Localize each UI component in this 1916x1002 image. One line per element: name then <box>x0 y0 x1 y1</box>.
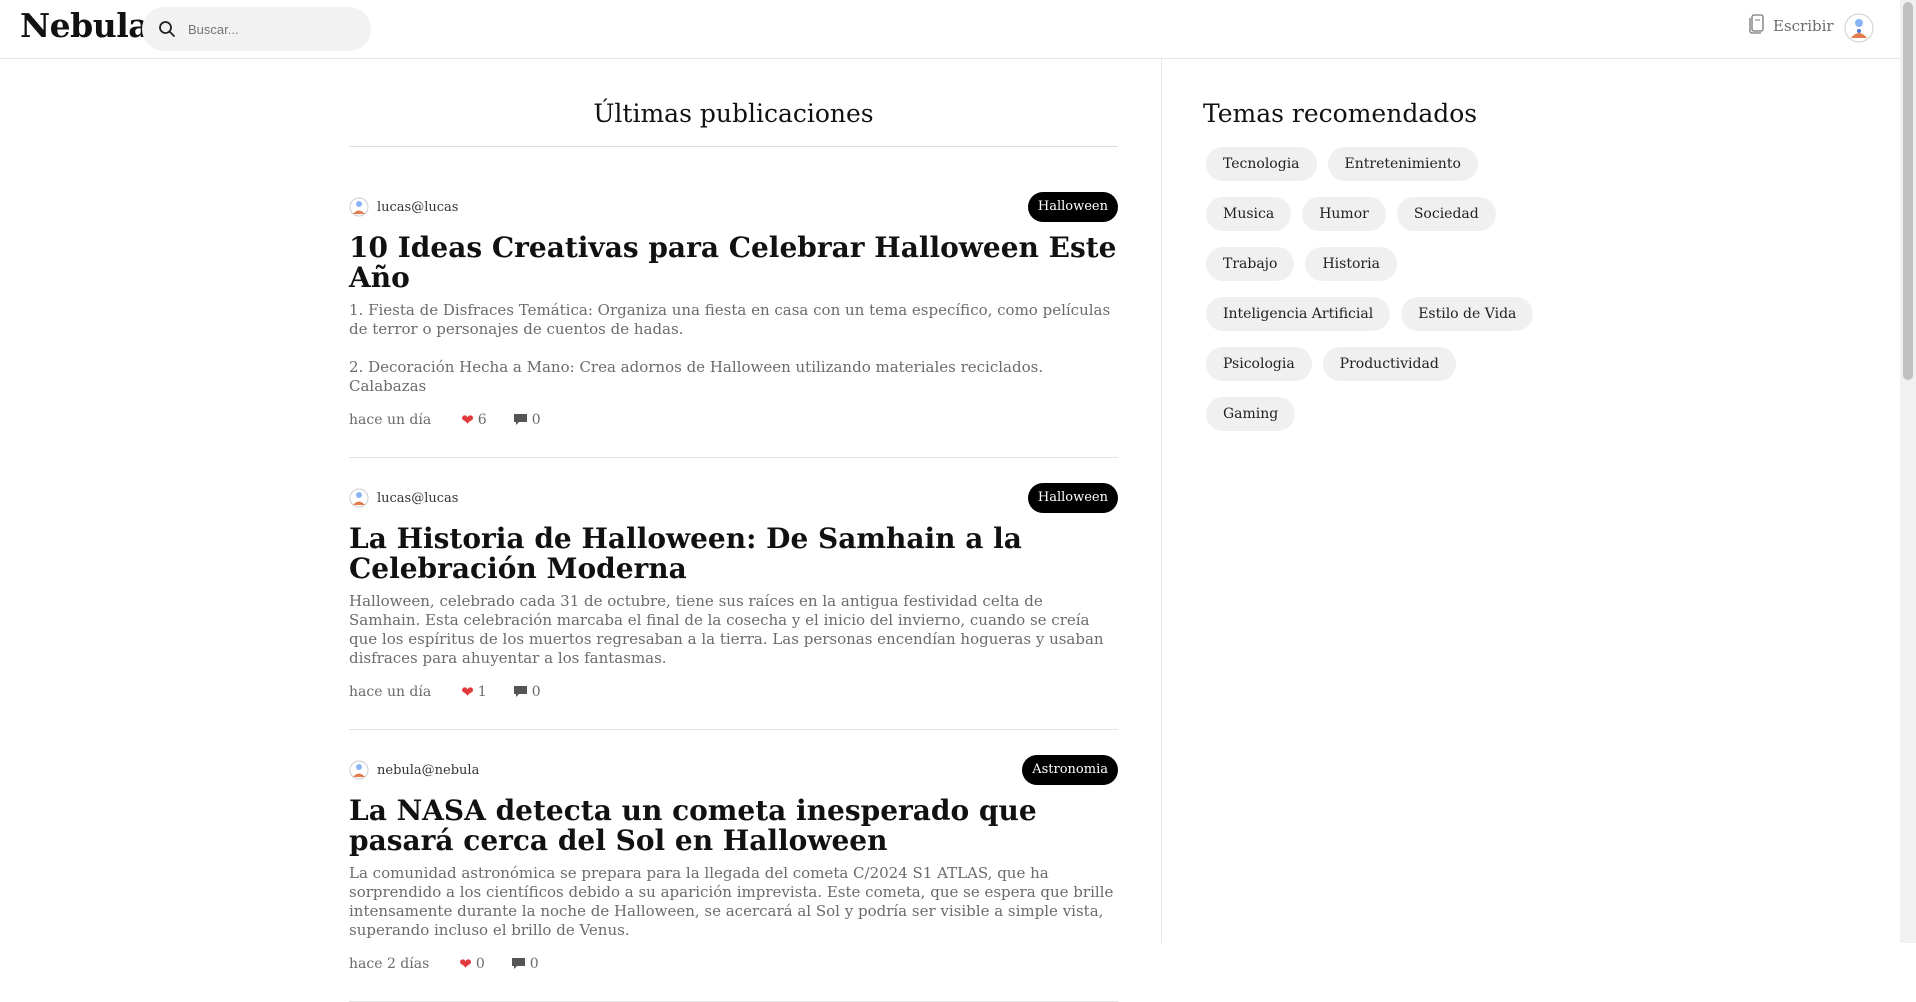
comment-icon <box>511 958 525 969</box>
author-name: lucas@lucas <box>377 199 459 215</box>
post-excerpt: Halloween, celebrado cada 31 de octubre,… <box>349 592 1104 667</box>
top-navbar: Nebula Escribir <box>0 0 1900 59</box>
comments-value: 0 <box>529 956 539 972</box>
post-footer: hace un día ❤ 6 0 <box>349 410 1118 430</box>
heart-icon: ❤ <box>461 411 474 429</box>
main-feed: Últimas publicaciones lucas@lucas Hallow… <box>349 59 1118 1002</box>
post-card[interactable]: lucas@lucas Halloween La Historia de Hal… <box>349 483 1118 730</box>
column-divider <box>1161 59 1162 943</box>
post-footer: hace 2 días ❤ 0 0 <box>349 954 1118 974</box>
like-count[interactable]: ❤ 1 <box>461 683 487 701</box>
search-icon <box>156 18 178 40</box>
search-input[interactable] <box>186 20 360 38</box>
topic-chip[interactable]: Psicologia <box>1206 347 1312 381</box>
like-count[interactable]: ❤ 6 <box>461 411 487 429</box>
heart-icon: ❤ <box>459 955 472 973</box>
comment-count[interactable]: 0 <box>513 684 541 700</box>
author-avatar-icon <box>349 488 369 508</box>
post-time: hace un día <box>349 684 432 700</box>
comment-icon <box>513 686 527 697</box>
comment-icon <box>513 414 527 425</box>
page-scrollbar[interactable] <box>1900 0 1916 943</box>
post-author[interactable]: lucas@lucas <box>349 197 458 217</box>
post-author[interactable]: nebula@nebula <box>349 760 479 780</box>
topic-chip[interactable]: Gaming <box>1206 397 1296 431</box>
feed-title-divider <box>349 146 1118 147</box>
post-meta: nebula@nebula Astronomia <box>349 755 1118 785</box>
document-edit-icon <box>1749 14 1765 38</box>
topic-chip[interactable]: Sociedad <box>1396 197 1496 231</box>
scrollbar-thumb[interactable] <box>1903 2 1913 380</box>
post-meta: lucas@lucas Halloween <box>349 192 1118 222</box>
post-tag[interactable]: Halloween <box>1027 483 1118 513</box>
post-meta: lucas@lucas Halloween <box>349 483 1118 513</box>
site-logo[interactable]: Nebula <box>20 6 150 45</box>
likes-value: 1 <box>477 684 487 700</box>
topic-chip[interactable]: Historia <box>1305 247 1397 281</box>
avatar[interactable] <box>1844 13 1874 43</box>
post-tag[interactable]: Astronomia <box>1022 755 1118 785</box>
post-card[interactable]: lucas@lucas Halloween 10 Ideas Creativas… <box>349 192 1118 458</box>
topic-chip[interactable]: Inteligencia Artificial <box>1206 297 1391 331</box>
likes-value: 0 <box>475 956 485 972</box>
post-time: hace 2 días <box>349 956 430 972</box>
author-avatar-icon <box>349 197 369 217</box>
write-label: Escribir <box>1773 17 1834 35</box>
feed-title: Últimas publicaciones <box>593 99 874 128</box>
like-count[interactable]: ❤ 0 <box>459 955 485 973</box>
post-card[interactable]: nebula@nebula Astronomia La NASA detecta… <box>349 755 1118 1002</box>
comment-count[interactable]: 0 <box>511 956 539 972</box>
comments-value: 0 <box>531 684 541 700</box>
sidebar: Temas recomendados Tecnologia Entretenim… <box>1203 59 1603 447</box>
topic-chip[interactable]: Tecnologia <box>1206 147 1317 181</box>
post-title[interactable]: La NASA detecta un cometa inesperado que… <box>349 796 1118 856</box>
heart-icon: ❤ <box>461 683 474 701</box>
topic-chip[interactable]: Musica <box>1206 197 1292 231</box>
likes-value: 6 <box>477 412 487 428</box>
topic-chip[interactable]: Entretenimiento <box>1327 147 1478 181</box>
search-bar[interactable] <box>142 7 371 51</box>
post-title[interactable]: La Historia de Halloween: De Samhain a l… <box>349 524 1118 584</box>
post-footer: hace un día ❤ 1 0 <box>349 682 1118 702</box>
post-excerpt: 1. Fiesta de Disfraces Temática: Organiz… <box>349 301 1111 395</box>
topic-chip[interactable]: Productividad <box>1322 347 1456 381</box>
sidebar-title: Temas recomendados <box>1203 99 1478 128</box>
comments-value: 0 <box>531 412 541 428</box>
topic-chip[interactable]: Trabajo <box>1206 247 1295 281</box>
write-button[interactable]: Escribir <box>1749 14 1834 38</box>
post-excerpt: La comunidad astronómica se prepara para… <box>349 864 1114 939</box>
author-name: lucas@lucas <box>377 490 459 506</box>
topic-list: Tecnologia Entretenimiento Musica Humor … <box>1203 147 1543 447</box>
post-title[interactable]: 10 Ideas Creativas para Celebrar Hallowe… <box>349 233 1118 293</box>
post-time: hace un día <box>349 412 432 428</box>
topic-chip[interactable]: Humor <box>1302 197 1386 231</box>
topic-chip[interactable]: Estilo de Vida <box>1401 297 1534 331</box>
author-avatar-icon <box>349 760 369 780</box>
post-tag[interactable]: Halloween <box>1027 192 1118 222</box>
post-author[interactable]: lucas@lucas <box>349 488 458 508</box>
comment-count[interactable]: 0 <box>513 412 541 428</box>
author-name: nebula@nebula <box>377 762 480 778</box>
